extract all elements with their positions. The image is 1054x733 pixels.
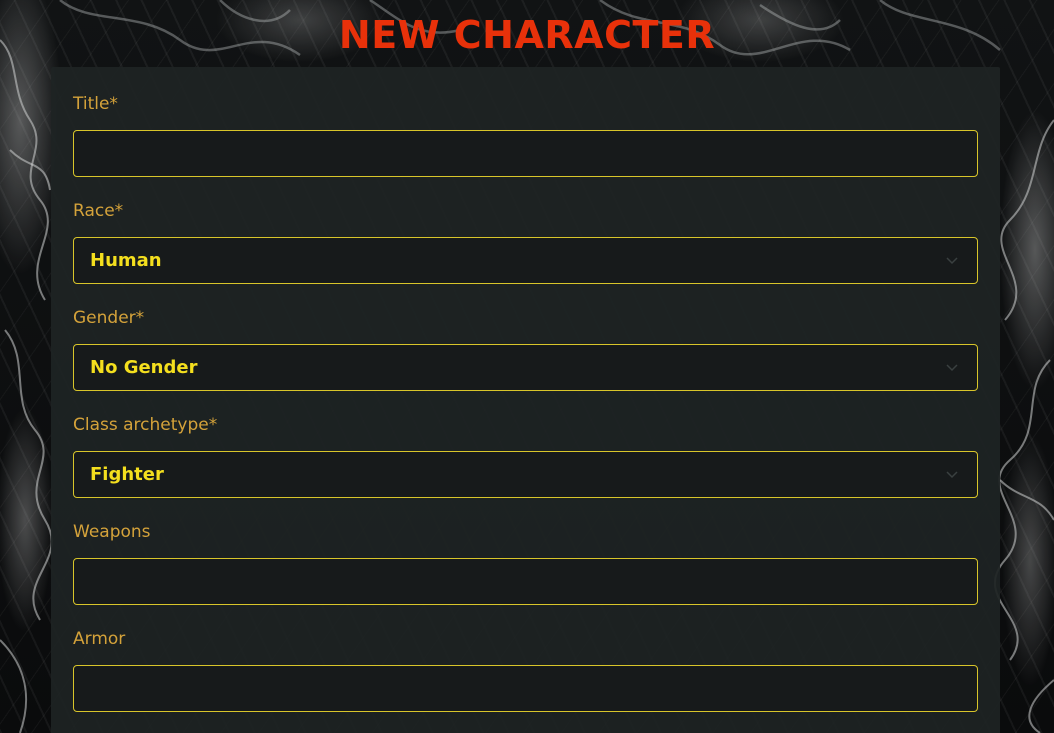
class-archetype-selected-value: Fighter bbox=[90, 464, 164, 485]
armor-input[interactable] bbox=[90, 666, 977, 711]
armor-label: Armor bbox=[73, 629, 126, 649]
gender-label: Gender* bbox=[73, 308, 145, 328]
title-input[interactable] bbox=[90, 131, 977, 176]
armor-input-box bbox=[73, 665, 978, 712]
gender-form-group: Gender* No Gender bbox=[73, 305, 978, 391]
chevron-down-icon bbox=[946, 471, 958, 479]
race-selected-value: Human bbox=[90, 250, 162, 271]
title-input-box bbox=[73, 130, 978, 177]
race-form-group: Race* Human bbox=[73, 198, 978, 284]
weapons-input[interactable] bbox=[90, 559, 977, 604]
title-label: Title* bbox=[73, 94, 118, 114]
class-archetype-select[interactable]: Fighter bbox=[73, 451, 978, 498]
weapons-form-group: Weapons bbox=[73, 519, 978, 605]
title-form-group: Title* bbox=[73, 91, 978, 177]
character-form: Title* Race* Human Gender* No Gender Cla… bbox=[51, 67, 1000, 733]
weapons-input-box bbox=[73, 558, 978, 605]
chevron-down-icon bbox=[946, 257, 958, 265]
gender-selected-value: No Gender bbox=[90, 357, 198, 378]
armor-form-group: Armor bbox=[73, 626, 978, 712]
gender-select[interactable]: No Gender bbox=[73, 344, 978, 391]
class-archetype-form-group: Class archetype* Fighter bbox=[73, 412, 978, 498]
race-select[interactable]: Human bbox=[73, 237, 978, 284]
page-title: NEW CHARACTER bbox=[338, 13, 716, 57]
race-label: Race* bbox=[73, 201, 124, 221]
chevron-down-icon bbox=[946, 364, 958, 372]
weapons-label: Weapons bbox=[73, 522, 151, 542]
class-archetype-label: Class archetype* bbox=[73, 415, 218, 435]
